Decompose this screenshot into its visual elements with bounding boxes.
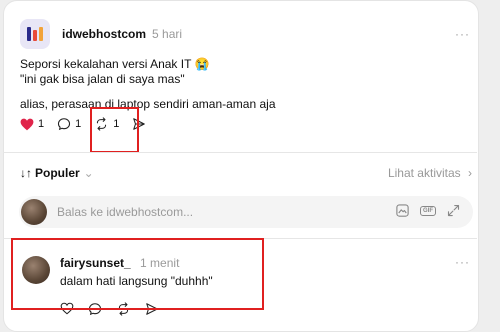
heart-filled-icon	[20, 118, 34, 130]
comment-more-button[interactable]: ···	[455, 255, 470, 269]
like-count: 1	[38, 118, 45, 130]
comment-highlight-box	[11, 238, 264, 310]
image-icon[interactable]	[395, 203, 410, 218]
post-text-line3: alias, perasaan di laptop sendiri aman-a…	[20, 97, 276, 111]
gif-icon[interactable]: GIF	[420, 205, 436, 216]
chevron-down-icon: ⌄	[83, 166, 94, 180]
sort-arrows-icon: ↓↑	[20, 166, 32, 180]
current-user-avatar	[21, 199, 47, 225]
comment-count: 1	[75, 118, 82, 130]
view-activity-link[interactable]: Lihat aktivitas ›	[388, 166, 472, 180]
post-time: 5 hari	[152, 27, 183, 41]
section-divider	[3, 152, 477, 153]
reply-placeholder: Balas ke idwebhostcom...	[57, 205, 194, 219]
logo-icon	[27, 27, 43, 41]
idwebhost-logo-avatar[interactable]	[20, 19, 50, 49]
chevron-right-icon: ›	[468, 166, 472, 180]
repost-highlight-box	[90, 107, 139, 153]
expand-icon[interactable]	[446, 203, 461, 218]
post-text-line2: "ini gak bisa jalan di saya mas"	[20, 72, 185, 86]
view-activity-label: Lihat aktivitas	[387, 166, 461, 180]
post-more-button[interactable]: ···	[455, 27, 470, 41]
post-username[interactable]: idwebhostcom	[62, 27, 146, 41]
comment-bubble-icon	[58, 118, 71, 131]
comment-button[interactable]: 1	[57, 117, 81, 131]
post-text-line1: Seporsi kekalahan versi Anak IT 😭	[20, 57, 210, 71]
sort-label: Populer	[35, 166, 80, 180]
reply-input[interactable]: Balas ke idwebhostcom... GIF	[19, 196, 473, 228]
reply-tools: GIF	[385, 203, 461, 218]
post-header: idwebhostcom 5 hari	[20, 19, 182, 49]
sort-dropdown[interactable]: ↓↑ Populer ⌄	[20, 166, 94, 180]
like-button[interactable]: 1	[20, 118, 44, 131]
